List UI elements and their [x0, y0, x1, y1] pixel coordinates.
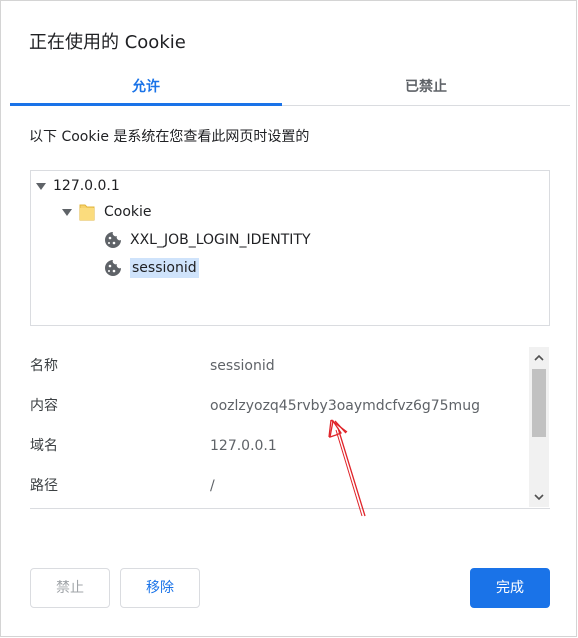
cookie-icon [104, 231, 122, 249]
tab-bar: 允许 已禁止 [10, 71, 570, 106]
cookie-icon [104, 259, 122, 277]
folder-icon [79, 203, 95, 221]
chevron-up-icon[interactable] [529, 349, 549, 365]
detail-key: 内容 [30, 398, 58, 414]
chevron-down-icon[interactable] [529, 489, 549, 505]
dialog-title: 正在使用的 Cookie [29, 32, 186, 53]
detail-value: 127.0.0.1 [210, 438, 277, 454]
remove-button[interactable]: 移除 [120, 568, 200, 608]
tab-blocked[interactable]: 已禁止 [290, 71, 562, 105]
tree-item-label: XXL_JOB_LOGIN_IDENTITY [130, 232, 311, 248]
tree-host-label: 127.0.0.1 [53, 178, 120, 194]
tree-folder-row[interactable]: Cookie [62, 199, 152, 225]
done-button[interactable]: 完成 [470, 568, 550, 608]
details-scrollbar[interactable] [529, 347, 549, 507]
tree-item-xxl-job[interactable]: XXL_JOB_LOGIN_IDENTITY [104, 227, 311, 253]
block-button[interactable]: 禁止 [30, 568, 110, 608]
scrollbar-thumb[interactable] [532, 369, 546, 437]
cookies-dialog: 正在使用的 Cookie 允许 已禁止 以下 Cookie 是系统在您查看此网页… [0, 0, 577, 637]
tree-item-sessionid[interactable]: sessionid [104, 255, 199, 281]
detail-value: sessionid [210, 358, 275, 374]
detail-key: 路径 [30, 478, 58, 494]
detail-key: 名称 [30, 358, 58, 374]
tree-host-row[interactable]: 127.0.0.1 [36, 173, 120, 199]
detail-row-name: 名称 sessionid [30, 346, 525, 386]
detail-row-domain: 域名 127.0.0.1 [30, 426, 525, 466]
detail-value: / [210, 478, 215, 494]
caret-down-icon[interactable] [36, 182, 46, 190]
cookie-details: 名称 sessionid 内容 oozlzyozq45rvby3oaymdcfv… [30, 346, 550, 509]
tree-folder-label: Cookie [104, 204, 152, 220]
tab-allowed[interactable]: 允许 [10, 71, 282, 105]
detail-key: 域名 [30, 438, 58, 454]
caret-down-icon[interactable] [62, 208, 72, 216]
cookie-tree: 127.0.0.1 Cookie XXL_JOB_LOGIN_IDENTITY … [30, 170, 550, 326]
detail-row-path: 路径 / [30, 466, 525, 506]
detail-value: oozlzyozq45rvby3oaymdcfvz6g75mug [210, 398, 480, 414]
tree-item-label: sessionid [130, 258, 199, 278]
active-tab-indicator [10, 103, 282, 106]
detail-row-content: 内容 oozlzyozq45rvby3oaymdcfvz6g75mug [30, 386, 525, 426]
description-text: 以下 Cookie 是系统在您查看此网页时设置的 [29, 129, 310, 145]
